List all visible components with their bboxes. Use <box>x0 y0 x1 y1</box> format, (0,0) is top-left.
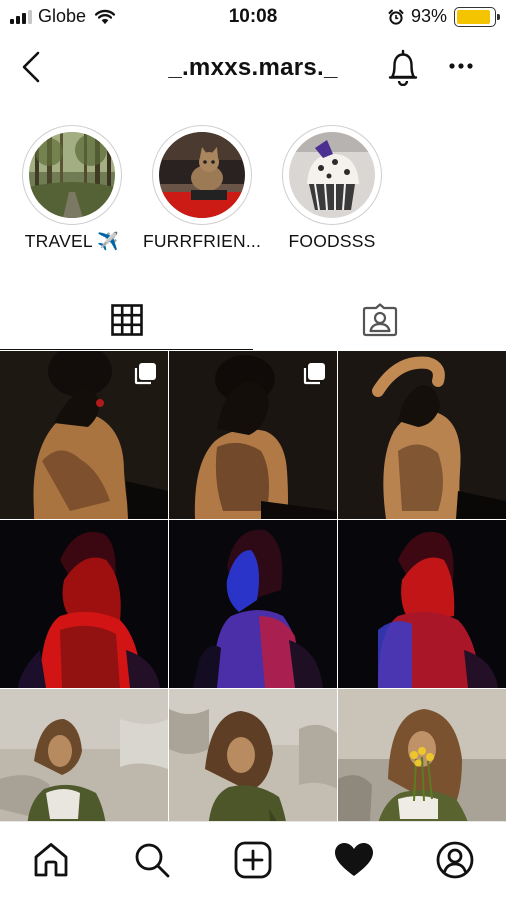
tab-posts-grid[interactable] <box>0 290 253 350</box>
battery-icon <box>454 6 500 27</box>
highlight-ring <box>22 125 122 225</box>
highlight-cover-cupcake <box>289 132 375 218</box>
nav-new-post[interactable] <box>233 840 273 880</box>
heart-icon <box>335 843 373 876</box>
grid-post-2[interactable] <box>169 351 337 519</box>
highlight-cover-cat <box>159 132 245 218</box>
bottom-navigation <box>0 821 506 898</box>
status-right: 93% <box>388 6 500 27</box>
ellipsis-icon[interactable] <box>447 52 475 80</box>
grid-post-4[interactable] <box>0 520 168 688</box>
tab-tagged[interactable] <box>253 290 506 350</box>
post-thumbnail <box>0 689 168 821</box>
tagged-person-icon <box>362 303 397 337</box>
post-thumbnail <box>169 689 337 821</box>
search-icon <box>135 843 170 878</box>
grid-post-7[interactable] <box>0 689 168 821</box>
profile-username: _.mxxs.mars._ <box>168 54 338 81</box>
highlight-label: FOODSSS <box>288 231 376 251</box>
grid-post-3[interactable] <box>338 351 506 519</box>
active-tab-indicator <box>0 348 253 350</box>
plus-square-icon <box>234 841 272 879</box>
highlight-furrfriends[interactable]: FURRFRIEN... <box>142 125 262 252</box>
highlight-ring <box>282 125 382 225</box>
story-highlights: TRAVEL ✈️ FURRFRIEN... FOODSSS <box>0 125 506 260</box>
grid-post-9[interactable] <box>338 689 506 821</box>
highlight-cover-forest <box>29 132 115 218</box>
grid-post-5[interactable] <box>169 520 337 688</box>
grid-post-6[interactable] <box>338 520 506 688</box>
post-thumbnail <box>338 689 506 821</box>
profile-icon <box>436 841 474 879</box>
bell-icon[interactable] <box>386 48 420 86</box>
nav-activity[interactable] <box>334 840 374 880</box>
highlight-label: TRAVEL ✈️ <box>24 231 120 251</box>
profile-header: _.mxxs.mars._ <box>0 38 506 96</box>
battery-percent: 93% <box>410 6 447 26</box>
highlight-travel[interactable]: TRAVEL ✈️ <box>12 125 132 252</box>
multiple-photos-icon <box>303 363 325 385</box>
grid-post-1[interactable] <box>0 351 168 519</box>
nav-home[interactable] <box>31 840 71 880</box>
highlight-ring <box>152 125 252 225</box>
alarm-clock-icon <box>388 9 404 25</box>
highlight-label: FURRFRIEN... <box>142 231 262 251</box>
post-thumbnail <box>169 520 337 688</box>
post-thumbnail <box>338 520 506 688</box>
posts-grid <box>0 351 506 821</box>
post-thumbnail <box>0 520 168 688</box>
nav-profile[interactable] <box>435 840 475 880</box>
multiple-photos-icon <box>134 363 156 385</box>
home-icon <box>34 843 68 877</box>
status-bar: Globe 10:08 93% <box>0 0 506 34</box>
highlight-foodsss[interactable]: FOODSSS <box>272 125 392 252</box>
post-thumbnail <box>338 351 506 519</box>
grid-icon <box>110 304 143 336</box>
grid-post-8[interactable] <box>169 689 337 821</box>
profile-tabs <box>0 290 506 352</box>
nav-search[interactable] <box>132 840 172 880</box>
